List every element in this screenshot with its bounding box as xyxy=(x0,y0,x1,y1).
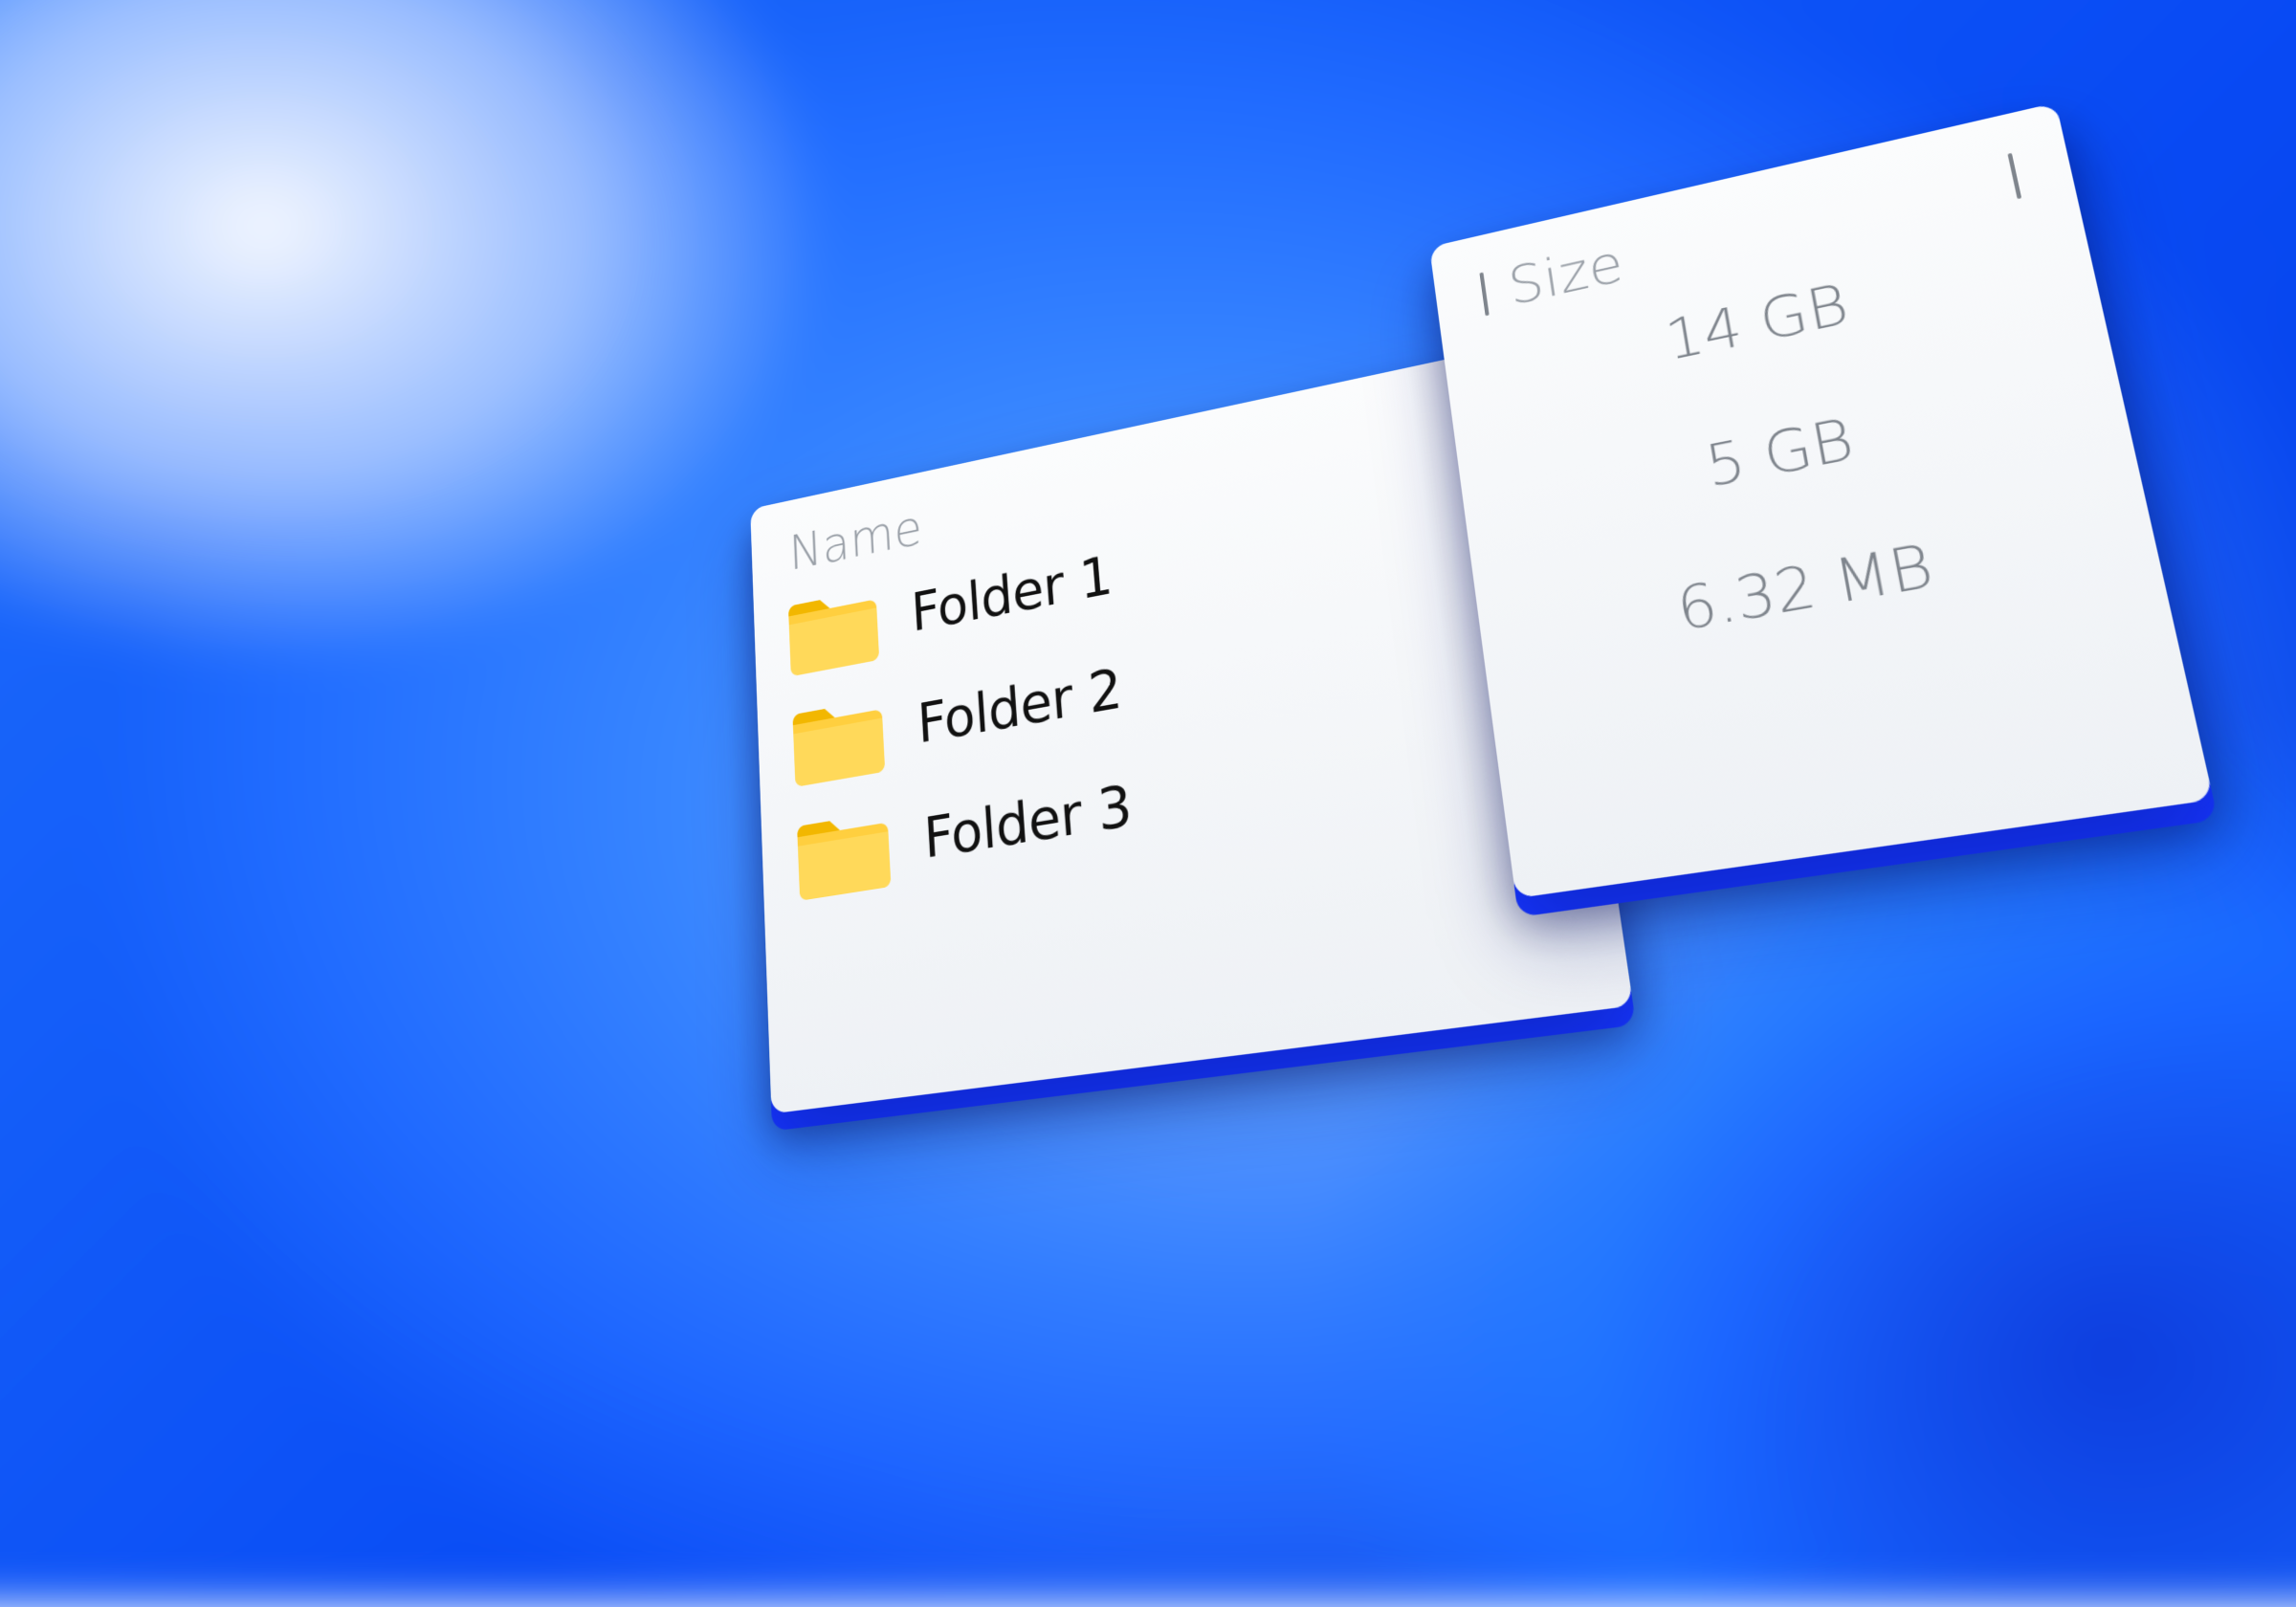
folder-icon xyxy=(784,582,882,677)
folder-size: 5 GB xyxy=(1515,365,2064,536)
folder-name: Folder 1 xyxy=(910,544,1115,645)
folder-name: Folder 3 xyxy=(922,773,1134,871)
column-divider-icon xyxy=(1479,272,1489,316)
folder-size: 6.32 MB xyxy=(1534,503,2094,669)
folder-icon xyxy=(793,804,894,901)
size-column-card: Size 14 GB 5 GB 6.32 MB xyxy=(1429,102,2214,898)
folder-name: Folder 2 xyxy=(916,657,1124,757)
tilt-group: Name Folder 1 F xyxy=(750,340,1633,1113)
folder-icon xyxy=(789,691,889,787)
scene: Name Folder 1 F xyxy=(0,0,2296,1530)
column-divider-icon xyxy=(2007,152,2021,198)
